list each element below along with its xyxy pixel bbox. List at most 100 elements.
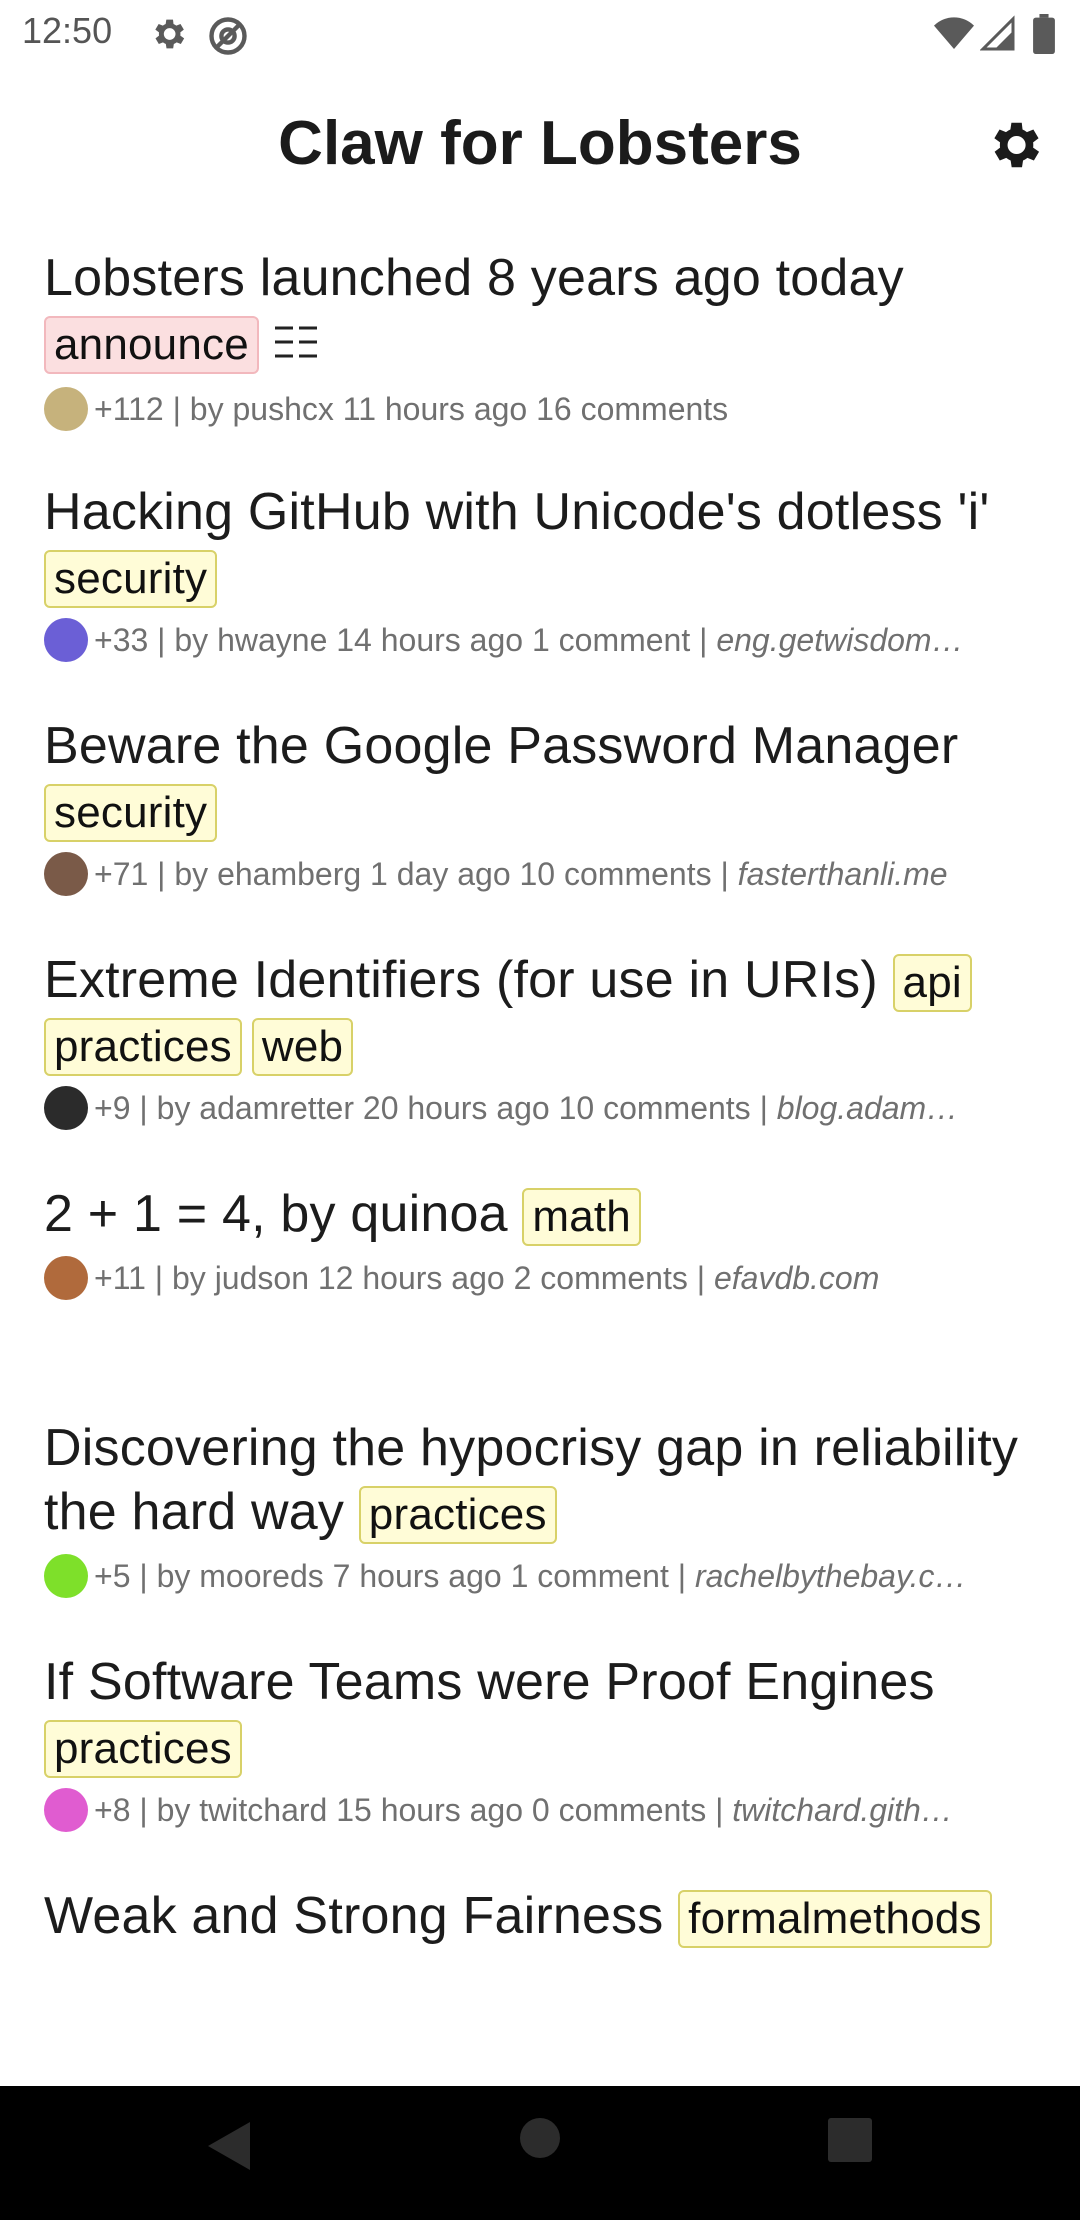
story-score: +71: [94, 855, 149, 892]
avatar[interactable]: [44, 852, 88, 896]
tag-formalmethods[interactable]: formalmethods: [678, 1890, 992, 1948]
story-meta-text: +11 | by judson 12 hours ago 2 comments …: [94, 1259, 880, 1296]
story-item[interactable]: Hacking GitHub with Unicode's dotless 'i…: [0, 462, 1080, 696]
story-list[interactable]: Lobsters launched 8 years ago today anno…: [0, 228, 1080, 2086]
story-age: 15 hours ago: [336, 1791, 524, 1828]
story-age: 20 hours ago: [362, 1089, 550, 1126]
story-meta: +112 | by pushcx 11 hours ago 16 comment…: [44, 385, 1036, 433]
back-button[interactable]: [204, 2118, 274, 2188]
story-title[interactable]: Extreme Identifiers (for use in URIs): [44, 951, 878, 1009]
tag-security[interactable]: security: [44, 550, 218, 608]
story-comments[interactable]: 0 comments: [532, 1792, 706, 1828]
story-comments[interactable]: 10 comments: [559, 1090, 751, 1126]
story-title-line: Extreme Identifiers (for use in URIs) ap…: [44, 948, 1036, 1076]
story-meta: +33 | by hwayne 14 hours ago 1 comment |…: [44, 616, 1036, 664]
home-button[interactable]: [520, 2118, 590, 2188]
story-title-line: Hacking GitHub with Unicode's dotless 'i…: [44, 480, 1036, 608]
tag-web[interactable]: web: [251, 1018, 354, 1076]
story-comments[interactable]: 10 comments: [520, 856, 712, 892]
story-title-line: If Software Teams were Proof Engines pra…: [44, 1650, 1036, 1778]
story-title-line: Lobsters launched 8 years ago today anno…: [44, 246, 1036, 377]
story-domain: rachelbythebay.c…: [694, 1557, 967, 1594]
story-meta-text: +112 | by pushcx 11 hours ago 16 comment…: [94, 390, 729, 427]
story-item[interactable]: 2 + 1 = 4, by quinoa math +11 | by judson…: [0, 1164, 1080, 1398]
recents-icon: [828, 2118, 872, 2162]
story-meta-text: +5 | by mooreds 7 hours ago 1 comment | …: [94, 1557, 967, 1594]
tag-api[interactable]: api: [892, 954, 972, 1012]
story-title[interactable]: Hacking GitHub with Unicode's dotless 'i…: [44, 483, 990, 541]
story-item[interactable]: Extreme Identifiers (for use in URIs) ap…: [0, 930, 1080, 1164]
app-title: Claw for Lobsters: [278, 109, 802, 178]
story-age: 12 hours ago: [317, 1259, 505, 1296]
battery-icon: [1032, 14, 1056, 59]
avatar[interactable]: [44, 1554, 88, 1598]
story-age: 7 hours ago: [332, 1557, 502, 1594]
wifi-icon: [934, 14, 974, 59]
tag-math[interactable]: math: [522, 1188, 641, 1246]
story-domain: efavdb.com: [713, 1259, 880, 1296]
avatar[interactable]: [44, 1788, 88, 1832]
avatar[interactable]: [44, 387, 88, 432]
avatar[interactable]: [44, 1086, 88, 1130]
settings-button[interactable]: [983, 114, 1045, 176]
story-title-line: 2 + 1 = 4, by quinoa math: [44, 1182, 1036, 1246]
story-title[interactable]: 2 + 1 = 4, by quinoa: [44, 1185, 508, 1243]
story-meta: +8 | by twitchard 15 hours ago 0 comment…: [44, 1786, 1036, 1834]
story-title[interactable]: Beware the Google Password Manager: [44, 717, 958, 775]
story-title[interactable]: Weak and Strong Fairness: [44, 1887, 663, 1945]
story-item[interactable]: Discovering the hypocrisy gap in reliabi…: [0, 1398, 1080, 1632]
gear-icon: [148, 14, 188, 59]
story-comments[interactable]: 1 comment: [511, 1558, 669, 1594]
story-title[interactable]: If Software Teams were Proof Engines: [44, 1653, 935, 1711]
story-comments[interactable]: 16 comments: [536, 391, 728, 427]
tag-announce[interactable]: announce: [44, 316, 259, 374]
story-score: +9: [94, 1089, 131, 1126]
story-item[interactable]: If Software Teams were Proof Engines pra…: [0, 1632, 1080, 1866]
story-item[interactable]: Beware the Google Password Manager secur…: [0, 696, 1080, 930]
story-comments[interactable]: 1 comment: [532, 622, 690, 658]
home-icon: [520, 2118, 560, 2158]
tag-practices[interactable]: practices: [358, 1486, 557, 1544]
avatar[interactable]: [44, 1256, 88, 1300]
story-age: 1 day ago: [370, 855, 511, 892]
at-sign-icon: [206, 14, 250, 63]
story-age: 14 hours ago: [336, 621, 524, 658]
story-title[interactable]: Lobsters launched 8 years ago today: [44, 249, 904, 307]
tag-practices[interactable]: practices: [44, 1720, 242, 1778]
story-author: mooreds: [199, 1557, 324, 1594]
story-domain: eng.getwisdom…: [716, 621, 964, 658]
story-score: +8: [94, 1791, 131, 1828]
status-bar: 12:50: [0, 0, 1080, 66]
story-author: hwayne: [217, 621, 328, 658]
story-score: +11: [94, 1259, 146, 1296]
story-item[interactable]: Weak and Strong Fairness formalmethods: [0, 1866, 1080, 2086]
story-domain: blog.adam…: [776, 1089, 959, 1126]
story-title-line: Beware the Google Password Manager secur…: [44, 714, 1036, 842]
story-score: +33: [94, 621, 149, 658]
cell-signal-icon: [979, 14, 1016, 59]
story-author: ehamberg: [217, 855, 362, 892]
story-comments[interactable]: 2 comments: [514, 1260, 688, 1296]
story-meta-text: +9 | by adamretter 20 hours ago 10 comme…: [94, 1089, 959, 1126]
recents-button[interactable]: [828, 2118, 898, 2188]
story-author: pushcx: [232, 390, 334, 427]
story-meta-text: +71 | by ehamberg 1 day ago 10 comments …: [94, 855, 948, 892]
text-post-icon: [273, 313, 319, 377]
story-meta: +5 | by mooreds 7 hours ago 1 comment | …: [44, 1552, 1036, 1600]
story-author: judson: [214, 1259, 309, 1296]
tag-security[interactable]: security: [44, 784, 218, 842]
story-author: twitchard: [199, 1791, 328, 1828]
story-meta: +11 | by judson 12 hours ago 2 comments …: [44, 1254, 1036, 1302]
system-nav-bar: [0, 2086, 1080, 2220]
story-item[interactable]: Lobsters launched 8 years ago today anno…: [0, 228, 1080, 462]
tag-practices[interactable]: practices: [44, 1018, 242, 1076]
story-meta-text: +8 | by twitchard 15 hours ago 0 comment…: [94, 1791, 953, 1828]
story-domain: twitchard.gith…: [732, 1791, 953, 1828]
story-meta: +9 | by adamretter 20 hours ago 10 comme…: [44, 1084, 1036, 1132]
story-title-line: Weak and Strong Fairness formalmethods: [44, 1884, 1036, 1948]
story-title-line: Discovering the hypocrisy gap in reliabi…: [44, 1416, 1036, 1544]
story-age: 11 hours ago: [342, 390, 528, 427]
story-domain: fasterthanli.me: [737, 855, 948, 892]
story-meta: +71 | by ehamberg 1 day ago 10 comments …: [44, 850, 1036, 898]
avatar[interactable]: [44, 618, 88, 662]
